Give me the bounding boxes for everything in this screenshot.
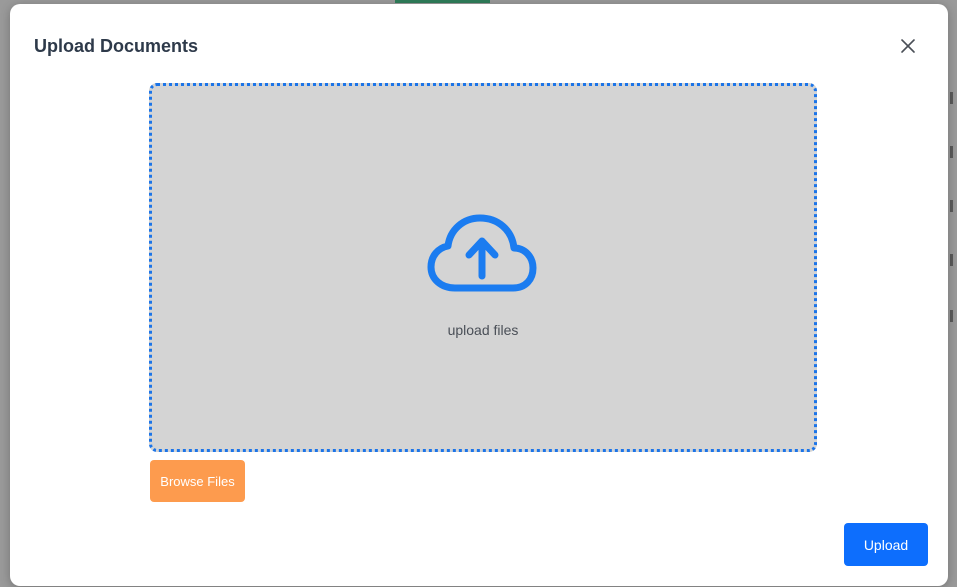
upload-documents-modal: Upload Documents upload files Browse Fil…	[10, 4, 948, 586]
cloud-upload-icon	[427, 214, 537, 292]
browse-files-button[interactable]: Browse Files	[150, 460, 245, 502]
background-page-accent-bar	[395, 0, 490, 3]
close-button[interactable]	[897, 35, 919, 57]
modal-title: Upload Documents	[34, 36, 199, 56]
upload-button[interactable]: Upload	[844, 523, 928, 566]
close-icon	[901, 39, 915, 53]
dropzone-label: upload files	[447, 322, 519, 338]
file-dropzone[interactable]: upload files	[149, 83, 817, 452]
